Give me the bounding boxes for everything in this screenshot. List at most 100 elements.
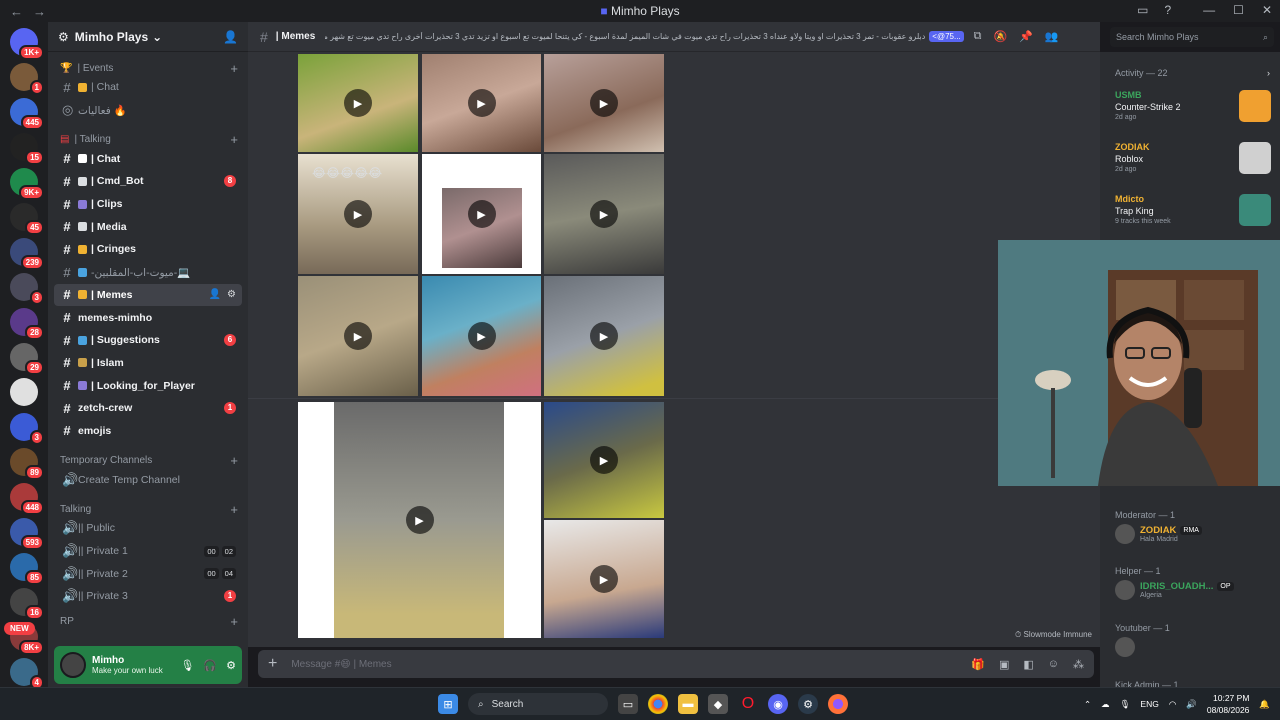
play-icon[interactable]: ▶ xyxy=(590,322,618,350)
apps-icon[interactable]: ⁂ xyxy=(1073,658,1084,671)
gift-icon[interactable]: 🎁 xyxy=(971,658,985,671)
message-input[interactable]: Message #😄 | Memes xyxy=(291,659,391,670)
play-icon[interactable]: ▶ xyxy=(590,446,618,474)
clock[interactable]: 10:27 PM 08/08/2026 xyxy=(1207,692,1250,716)
activity-header[interactable]: Activity — 22 › xyxy=(1100,52,1280,78)
video-thumbnail[interactable]: ▶ xyxy=(544,154,664,274)
voice-channel-item[interactable]: 🔊 || Private 2 00 04 xyxy=(54,562,242,585)
channel-item[interactable]: # memes-mimho xyxy=(54,306,242,329)
help-icon[interactable]: ? xyxy=(1164,3,1171,17)
play-icon[interactable]: ▶ xyxy=(467,200,496,228)
channel-item[interactable]: # | Cmd_Bot 8 xyxy=(54,170,242,193)
activity-item[interactable]: Mdicto Trap King 9 tracks this week xyxy=(1115,194,1275,238)
play-icon[interactable]: ▶ xyxy=(344,200,372,228)
video-thumbnail[interactable]: ▶ xyxy=(298,276,418,396)
server-icon[interactable]: 29 xyxy=(10,343,44,375)
server-icon[interactable]: 28 xyxy=(10,308,44,340)
play-icon[interactable]: ▶ xyxy=(590,89,618,117)
video-thumbnail[interactable]: ▶ xyxy=(422,154,541,274)
voice-channel-item[interactable]: 🔊 || Private 1 00 02 xyxy=(54,540,242,563)
add-channel-icon[interactable]: + xyxy=(230,61,238,76)
member-item[interactable]: ZODIAK RMA Hala Madrid xyxy=(1115,522,1275,546)
add-channel-icon[interactable]: + xyxy=(230,453,238,468)
server-icon[interactable]: 9K+ xyxy=(10,168,44,200)
play-icon[interactable]: ▶ xyxy=(344,89,372,117)
app-icon[interactable]: ◆ xyxy=(708,694,728,714)
sticker-icon[interactable]: ◧ xyxy=(1023,658,1033,671)
create-temp-channel[interactable]: 🔊 Create Temp Channel xyxy=(54,468,242,491)
video-thumbnail[interactable]: 😂😂😂😂😂 ▶ xyxy=(298,154,418,274)
search-bar[interactable]: Search Mimho Plays ⌕ xyxy=(1110,27,1274,47)
settings-gear-icon[interactable]: ⚙ xyxy=(226,659,236,672)
add-channel-icon[interactable]: + xyxy=(230,132,238,147)
discord-icon[interactable]: ◉ xyxy=(768,694,788,714)
channel-item[interactable]: # | Media xyxy=(54,215,242,238)
add-channel-icon[interactable]: + xyxy=(230,502,238,517)
notifications-muted-icon[interactable]: 🔕 xyxy=(994,30,1008,43)
video-thumbnail[interactable]: ▶ xyxy=(422,276,541,396)
member-list-icon[interactable]: 👥 xyxy=(1045,30,1059,43)
deafen-icon[interactable]: 🎧 xyxy=(203,659,217,672)
opera-icon[interactable]: O xyxy=(738,694,758,714)
server-icon[interactable]: 593 xyxy=(10,518,44,550)
play-icon[interactable]: ▶ xyxy=(467,322,496,350)
add-user-icon[interactable]: 👤 xyxy=(223,30,238,44)
channel-item[interactable]: # | Clips xyxy=(54,193,242,216)
server-icon[interactable]: 89 xyxy=(10,448,44,480)
gif-icon[interactable]: ▣ xyxy=(999,658,1009,671)
channel-item[interactable]: # | Cringes xyxy=(54,238,242,261)
member-item[interactable] xyxy=(1115,635,1275,659)
play-icon[interactable]: ▶ xyxy=(590,200,618,228)
server-icon[interactable]: 239 xyxy=(10,238,44,270)
channel-item[interactable]: ◎ فعاليات 🔥 xyxy=(54,99,242,122)
voice-channel-item[interactable]: 🔊 || Private 3 1 xyxy=(54,585,242,608)
chevron-up-icon[interactable]: ⌃ xyxy=(1084,699,1091,710)
add-attachment-icon[interactable]: + xyxy=(268,655,277,673)
category-events[interactable]: 🏆 | Events + xyxy=(48,58,248,76)
channel-item[interactable]: # | Islam xyxy=(54,352,242,375)
add-channel-icon[interactable]: + xyxy=(230,614,238,629)
video-thumbnail[interactable]: ▶ xyxy=(298,54,418,152)
steam-icon[interactable]: ⚙ xyxy=(798,694,818,714)
activity-item[interactable]: USMB Counter-Strike 2 2d ago xyxy=(1115,90,1275,134)
activity-item[interactable]: ZODIAK Roblox 2d ago xyxy=(1115,142,1275,186)
voice-channel-item[interactable]: 🔊 || Public xyxy=(54,517,242,540)
category-talking[interactable]: ▤ | Talking + xyxy=(48,129,248,147)
channel-item[interactable]: # | Suggestions 6 xyxy=(54,329,242,352)
channel-item[interactable]: # | Looking_for_Player xyxy=(54,374,242,397)
play-icon[interactable]: ▶ xyxy=(590,565,618,593)
close-button[interactable]: ✕ xyxy=(1262,3,1272,17)
pin-icon[interactable]: 📌 xyxy=(1019,30,1033,43)
maximize-button[interactable]: ☐ xyxy=(1233,3,1244,17)
server-icon[interactable]: 3 xyxy=(10,273,44,305)
server-icon[interactable]: 85 xyxy=(10,553,44,585)
server-icon[interactable]: 16 xyxy=(10,588,44,620)
channel-item[interactable]: # -ميوت-اب-المقلبين-💻 xyxy=(54,261,242,284)
channel-item[interactable]: # emojis xyxy=(54,420,242,443)
wifi-icon[interactable]: ◠ xyxy=(1169,699,1176,710)
firefox-icon[interactable] xyxy=(828,694,848,714)
windows-start-icon[interactable]: ⊞ xyxy=(438,694,458,714)
chrome-icon[interactable] xyxy=(648,694,668,714)
category-rp[interactable]: RP + xyxy=(48,612,248,630)
file-explorer-icon[interactable]: ▬ xyxy=(678,694,698,714)
category-talking-voice[interactable]: Talking + xyxy=(48,499,248,517)
notifications-icon[interactable]: 🔔 xyxy=(1259,699,1270,710)
chevron-right-icon[interactable]: › xyxy=(1267,68,1270,78)
message-area[interactable]: ▶ ▶ ▶ 😂😂😂😂😂 ▶ ▶ ▶ ▶ ⬇ ▶ ▶ ▶ ▶ ▶ ⏱ Slowmo… xyxy=(248,52,1100,647)
language-indicator[interactable]: ENG xyxy=(1140,699,1158,709)
video-thumbnail[interactable]: ▶ xyxy=(544,276,664,396)
task-view-icon[interactable]: ▭ xyxy=(618,694,638,714)
server-icon[interactable]: 45 xyxy=(10,203,44,235)
server-icon[interactable]: 3 xyxy=(10,413,44,445)
inbox-icon[interactable]: ▭ xyxy=(1137,3,1148,17)
cloud-icon[interactable]: ☁ xyxy=(1101,699,1110,710)
taskbar-search[interactable]: ⌕ Search xyxy=(468,693,608,715)
volume-icon[interactable]: 🔊 xyxy=(1186,699,1197,710)
channel-topic[interactable]: دبلرو عقوبات - تمر 3 تحذيرات او ويتا ولا… xyxy=(325,32,925,41)
threads-icon[interactable]: ⧉ xyxy=(974,30,982,43)
emoji-icon[interactable]: ☺ xyxy=(1048,658,1059,671)
microphone-icon[interactable]: 🎙 xyxy=(1120,699,1131,710)
mute-mic-icon[interactable]: 🎙 xyxy=(180,659,194,672)
avatar[interactable] xyxy=(60,652,86,678)
